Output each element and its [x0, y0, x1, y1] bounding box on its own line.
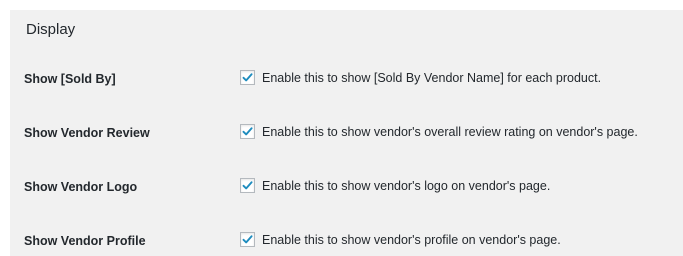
show-vendor-logo-checkbox[interactable] — [240, 178, 255, 193]
label-show-vendor-logo: Show Vendor Logo — [24, 180, 138, 194]
option-show-sold-by[interactable]: Enable this to show [Sold By Vendor Name… — [240, 70, 601, 85]
show-sold-by-description: Enable this to show [Sold By Vendor Name… — [262, 70, 602, 85]
option-show-vendor-profile[interactable]: Enable this to show vendor's profile on … — [240, 232, 561, 247]
checkmark-icon — [242, 73, 253, 82]
show-vendor-profile-checkbox[interactable] — [240, 232, 255, 247]
checkmark-icon — [242, 235, 253, 244]
label-show-sold-by: Show [Sold By] — [24, 72, 116, 86]
option-show-vendor-logo[interactable]: Enable this to show vendor's logo on ven… — [240, 178, 550, 193]
checkmark-icon — [242, 127, 253, 136]
section-title: Display — [26, 21, 76, 38]
show-vendor-logo-description: Enable this to show vendor's logo on ven… — [262, 178, 551, 193]
label-show-vendor-review: Show Vendor Review — [24, 126, 150, 140]
option-show-vendor-review[interactable]: Enable this to show vendor's overall rev… — [240, 124, 638, 139]
checkmark-icon — [242, 181, 253, 190]
display-settings-panel: Display Show [Sold By] Enable this to sh… — [10, 10, 683, 256]
show-vendor-review-description: Enable this to show vendor's overall rev… — [262, 124, 638, 139]
show-vendor-profile-description: Enable this to show vendor's profile on … — [262, 232, 561, 247]
show-sold-by-checkbox[interactable] — [240, 70, 255, 85]
label-show-vendor-profile: Show Vendor Profile — [24, 234, 146, 248]
show-vendor-review-checkbox[interactable] — [240, 124, 255, 139]
